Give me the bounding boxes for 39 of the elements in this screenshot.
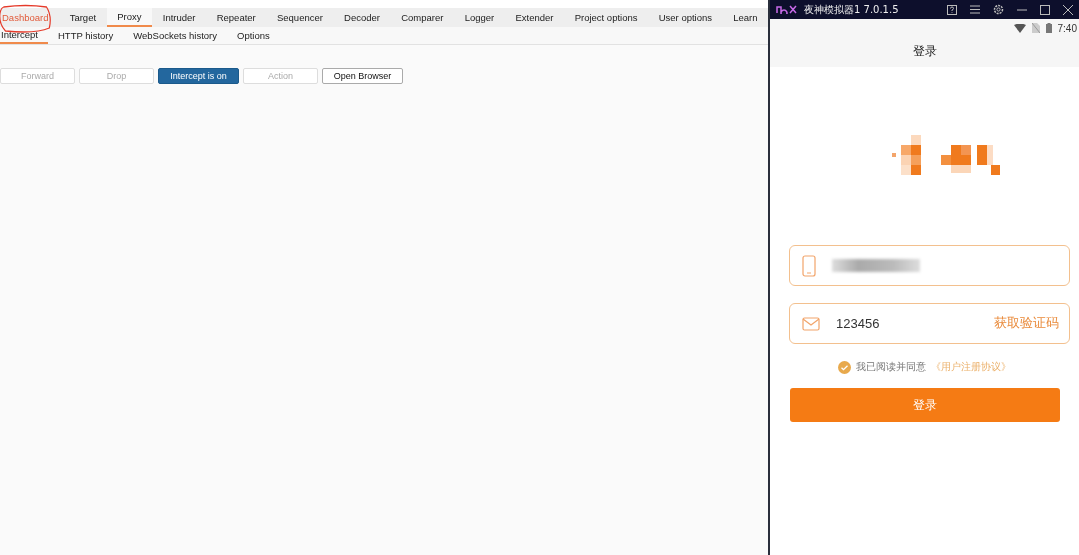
sub-tab[interactable]: WebSockets history <box>123 27 227 44</box>
code-input-field[interactable]: 123456 获取验证码 <box>789 303 1070 344</box>
battery-icon <box>1045 23 1052 33</box>
help-icon[interactable] <box>947 4 957 15</box>
toolbar-button[interactable]: Intercept is on <box>158 68 239 84</box>
sub-tab[interactable]: Options <box>227 27 280 44</box>
tab[interactable]: Intruder <box>152 8 207 27</box>
tab[interactable]: Target <box>59 8 107 27</box>
menu-icon[interactable] <box>970 5 980 14</box>
envelope-icon <box>802 316 820 331</box>
phone-input-field[interactable] <box>789 245 1070 286</box>
tab[interactable]: Logger <box>454 8 505 27</box>
settings-icon[interactable] <box>993 4 1004 15</box>
tab[interactable]: User options <box>648 8 723 27</box>
tab[interactable]: Decoder <box>333 8 391 27</box>
screen-title: 登录 <box>770 37 1079 67</box>
tab[interactable]: Learn <box>722 8 769 27</box>
sub-tab[interactable]: HTTP history <box>47 27 124 44</box>
minimize-icon[interactable] <box>1017 8 1027 11</box>
phone-icon <box>802 254 816 277</box>
tab[interactable]: Comparer <box>390 8 455 27</box>
maximize-icon[interactable] <box>1040 4 1050 15</box>
tab[interactable]: Proxy <box>106 8 153 27</box>
status-time: 7:40 <box>1057 22 1077 34</box>
sub-tab[interactable]: Intercept <box>0 27 48 44</box>
tab[interactable]: Extender <box>504 8 565 27</box>
emulator-title: 夜神模拟器1 7.0.1.5 <box>804 2 899 17</box>
no-sim-icon <box>1031 23 1040 33</box>
wifi-icon <box>1013 23 1026 33</box>
agreement-text: 我已阅读并同意 <box>856 360 926 374</box>
annotation-circle-drawing <box>0 4 54 34</box>
code-value: 123456 <box>836 316 881 331</box>
tab[interactable]: Sequencer <box>266 8 334 27</box>
toolbar-button[interactable]: Open Browser <box>322 68 403 84</box>
tab[interactable]: Project options <box>564 8 649 27</box>
agreement-checkbox[interactable] <box>838 360 851 374</box>
nox-logo-icon <box>776 5 798 14</box>
close-icon[interactable] <box>1063 4 1073 15</box>
tab[interactable]: Repeater <box>206 8 267 27</box>
